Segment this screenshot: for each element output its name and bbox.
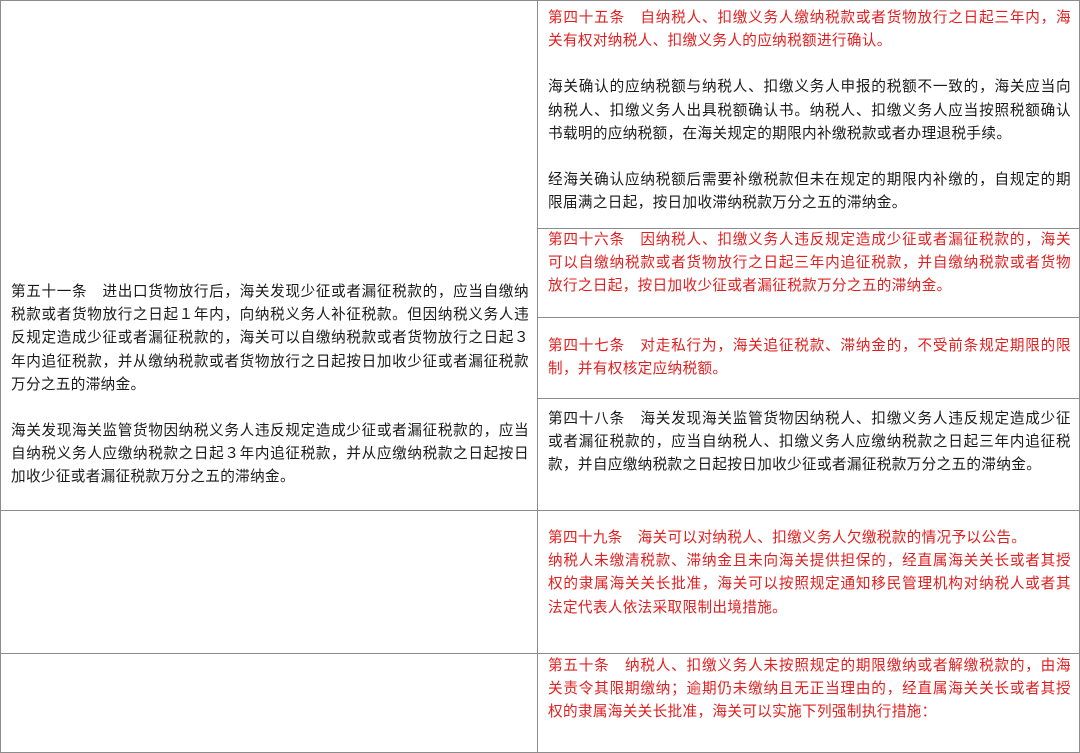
right-cell-article-50: 第五十条 纳税人、扣缴义务人未按照规定的期限缴纳或者解缴税款的，由海关责令其限期…	[537, 653, 1080, 753]
right-cell-article-47: 第四十七条 对走私行为，海关追征税款、滞纳金的，不受前条规定期限的限制，并有权核…	[537, 317, 1080, 399]
article-45-text: 第四十五条 自纳税人、扣缴义务人缴纳税款或者货物放行之日起三年内，海关有权对纳税…	[538, 6, 1079, 214]
article-49-paragraph-1: 第四十九条 海关可以对纳税人、扣缴义务人欠缴税款的情况予以公告。	[548, 529, 1027, 546]
article-50-paragraph: 第五十条 纳税人、扣缴义务人未按照规定的期限缴纳或者解缴税款的，由海关责令其限期…	[548, 657, 1071, 721]
article-51-paragraph-2: 海关发现海关监管货物因纳税义务人违反规定造成少征或者漏征税款的，应当自纳税义务人…	[11, 422, 529, 486]
article-45-paragraph-3: 经海关确认应纳税额后需要补缴税款但未在规定的期限内补缴的，自规定的期限届满之日起…	[548, 171, 1071, 212]
left-cell-empty-1	[0, 510, 538, 654]
article-45-paragraph-2: 海关确认的应纳税额与纳税人、扣缴义务人申报的税额不一致的，海关应当向纳税人、扣缴…	[548, 78, 1071, 142]
right-cell-article-49: 第四十九条 海关可以对纳税人、扣缴义务人欠缴税款的情况予以公告。 纳税人未缴清税…	[537, 510, 1080, 654]
article-45-paragraph-1: 第四十五条 自纳税人、扣缴义务人缴纳税款或者货物放行之日起三年内，海关有权对纳税…	[548, 9, 1071, 50]
right-cell-article-46: 第四十六条 因纳税人、扣缴义务人违反规定造成少征或者漏征税款的，海关可以自缴纳税…	[537, 228, 1080, 318]
article-48-paragraph: 第四十八条 海关发现海关监管货物因纳税人、扣缴义务人违反规定造成少征或者漏征税款…	[548, 410, 1071, 474]
article-46-paragraph: 第四十六条 因纳税人、扣缴义务人违反规定造成少征或者漏征税款的，海关可以自缴纳税…	[548, 231, 1071, 295]
left-cell-empty-2	[0, 653, 538, 753]
right-cell-article-45: 第四十五条 自纳税人、扣缴义务人缴纳税款或者货物放行之日起三年内，海关有权对纳税…	[537, 0, 1080, 229]
left-cell-article-51: 第五十一条 进出口货物放行后，海关发现少征或者漏征税款的，应当自缴纳税款或者货物…	[0, 0, 538, 511]
article-49-paragraph-2: 纳税人未缴清税款、滞纳金且未向海关提供担保的，经直属海关关长或者其授权的隶属海关…	[548, 552, 1071, 616]
article-47-paragraph: 第四十七条 对走私行为，海关追征税款、滞纳金的，不受前条规定期限的限制，并有权核…	[548, 337, 1071, 378]
right-cell-article-48: 第四十八条 海关发现海关监管货物因纳税人、扣缴义务人违反规定造成少征或者漏征税款…	[537, 398, 1080, 511]
article-51-paragraph-1: 第五十一条 进出口货物放行后，海关发现少征或者漏征税款的，应当自缴纳税款或者货物…	[11, 283, 529, 393]
left-cell-text: 第五十一条 进出口货物放行后，海关发现少征或者漏征税款的，应当自缴纳税款或者货物…	[1, 280, 537, 489]
